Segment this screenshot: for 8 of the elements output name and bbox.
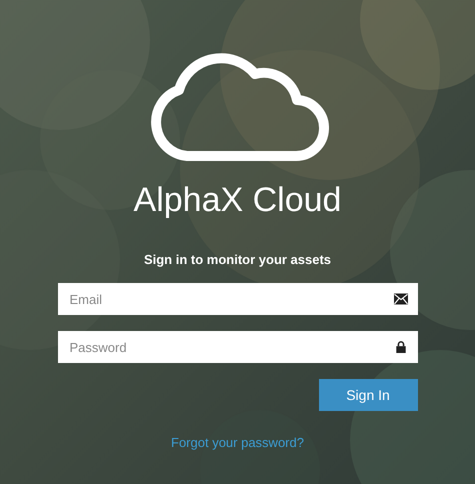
app-title: AlphaX Cloud [134, 180, 342, 220]
password-field[interactable]: Password [58, 331, 418, 363]
lock-icon [394, 341, 408, 353]
sign-in-button[interactable]: Sign In [318, 379, 418, 411]
email-field[interactable]: Email [58, 283, 418, 315]
subtitle: Sign in to monitor your assets [144, 252, 332, 268]
forgot-password-link[interactable]: Forgot your password? [171, 435, 304, 450]
envelope-icon [394, 293, 408, 305]
